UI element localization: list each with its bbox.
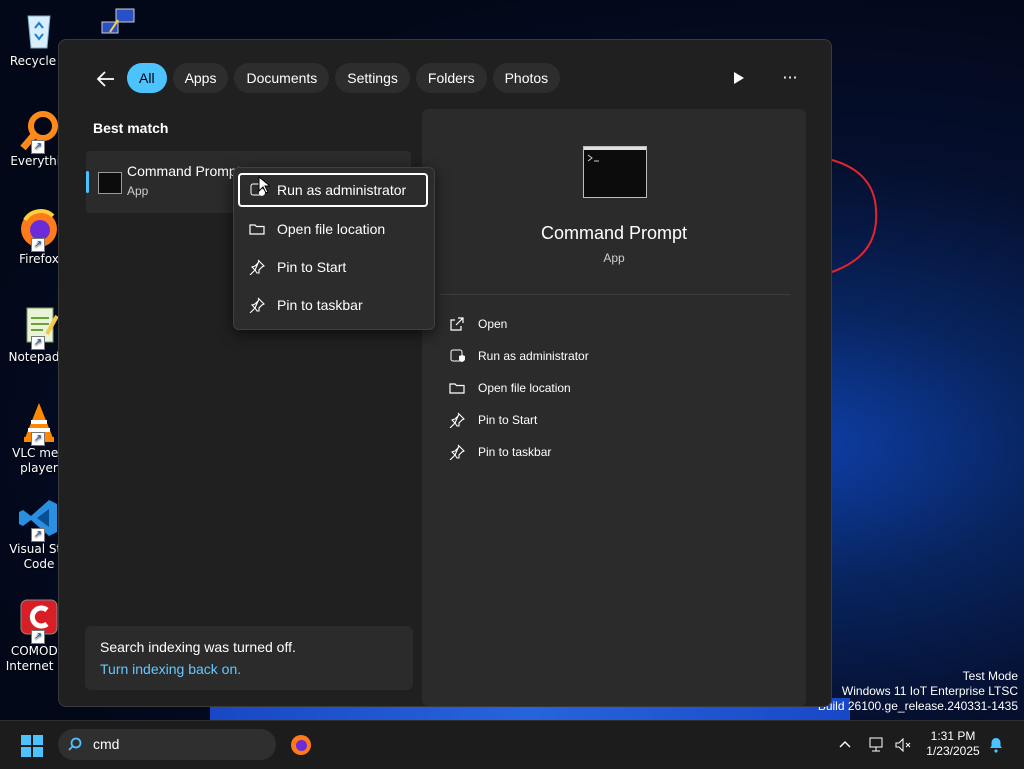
taskbar: cmd 1:31 PM 1/23/2025 — [0, 720, 1024, 769]
clock-time: 1:31 PM — [930, 729, 976, 743]
watermark-line: Build 26100.ge_release.240331-1435 — [817, 699, 1018, 713]
clock-date: 1/23/2025 — [926, 744, 980, 758]
pin-icon — [449, 444, 465, 460]
vlc-icon: ↗ — [17, 400, 61, 446]
tab-apps[interactable]: Apps — [172, 63, 229, 93]
command-prompt-icon — [98, 172, 122, 194]
ctx-item-label: Run as administrator — [277, 182, 407, 198]
shortcut-arrow-icon: ↗ — [31, 432, 45, 446]
tab-all[interactable]: All — [127, 63, 167, 93]
desktop-icon-network[interactable] — [96, 6, 140, 42]
taskbar-search-box[interactable]: cmd — [58, 729, 276, 760]
watermark-line: Test Mode — [962, 669, 1018, 683]
firefox-taskbar-icon[interactable] — [289, 733, 313, 757]
action-pin-to-taskbar[interactable]: Pin to taskbar — [449, 440, 551, 464]
test-mode-watermark: Test Mode Windows 11 IoT Enterprise LTSC… — [818, 669, 1018, 714]
action-open[interactable]: Open — [449, 312, 507, 336]
search-panel: All Apps Documents Settings Folders Phot… — [58, 39, 832, 707]
desktop-icon-label: Firefox — [19, 252, 59, 266]
notification-bell-icon[interactable] — [988, 737, 1004, 753]
network-icon[interactable] — [867, 736, 885, 754]
result-type: App — [127, 184, 149, 198]
open-external-icon — [450, 317, 464, 331]
volume-muted-icon[interactable] — [894, 736, 912, 754]
vscode-icon: ↗ — [17, 496, 61, 542]
play-icon[interactable] — [727, 67, 749, 89]
shortcut-arrow-icon: ↗ — [31, 238, 45, 252]
action-pin-to-start[interactable]: Pin to Start — [449, 408, 537, 432]
tab-settings[interactable]: Settings — [335, 63, 410, 93]
ctx-pin-to-start[interactable]: Pin to Start — [238, 250, 428, 284]
filter-tabs: All Apps Documents Settings Folders Phot… — [127, 63, 561, 93]
action-label: Pin to Start — [478, 413, 538, 427]
back-arrow-icon[interactable] — [92, 65, 120, 93]
recycle-bin-icon — [17, 8, 61, 52]
action-label: Open file location — [478, 381, 571, 395]
detail-pane: Command Prompt App Open Run as administr… — [422, 109, 806, 706]
indexing-notice-text: Search indexing was turned off. — [100, 639, 296, 655]
chevron-up-icon[interactable] — [838, 737, 852, 751]
network-icon — [96, 6, 140, 40]
best-match-heading: Best match — [93, 120, 169, 136]
system-clock[interactable]: 1:31 PM 1/23/2025 — [912, 729, 994, 759]
more-options-icon[interactable]: ··· — [779, 67, 801, 89]
action-open-file-location[interactable]: Open file location — [449, 376, 571, 400]
folder-icon — [249, 224, 265, 235]
windows-start-icon[interactable] — [21, 735, 43, 757]
ctx-item-label: Pin to Start — [277, 259, 347, 275]
action-label: Pin to taskbar — [478, 445, 552, 459]
comodo-icon: ↗ — [17, 598, 61, 644]
notepad-plus-icon: ↗ — [17, 304, 61, 350]
detail-app-type: App — [603, 251, 625, 265]
ctx-pin-to-taskbar[interactable]: Pin to taskbar — [238, 288, 428, 322]
pin-icon — [449, 412, 465, 428]
pin-icon — [249, 297, 265, 313]
tab-photos[interactable]: Photos — [492, 63, 561, 93]
shortcut-arrow-icon: ↗ — [31, 336, 45, 350]
result-name: Command Prompt — [127, 163, 241, 179]
search-icon — [68, 737, 82, 751]
detail-app-name: Command Prompt — [540, 223, 688, 243]
selection-indicator — [86, 171, 89, 193]
shield-admin-icon — [450, 349, 465, 362]
firefox-icon: ↗ — [17, 206, 61, 252]
shortcut-arrow-icon: ↗ — [31, 140, 45, 154]
command-prompt-large-icon — [583, 146, 647, 198]
tab-folders[interactable]: Folders — [415, 63, 487, 93]
action-run-as-administrator[interactable]: Run as administrator — [449, 344, 589, 368]
ctx-open-file-location[interactable]: Open file location — [238, 212, 428, 246]
search-input[interactable]: cmd — [93, 736, 119, 752]
turn-indexing-on-link[interactable]: Turn indexing back on. — [100, 661, 241, 677]
indexing-notice: Search indexing was turned off. Turn ind… — [85, 626, 413, 690]
everything-icon: ↗ — [17, 108, 61, 154]
watermark-line: Windows 11 IoT Enterprise LTSC — [841, 684, 1018, 698]
tab-documents[interactable]: Documents — [234, 63, 330, 93]
ctx-item-label: Pin to taskbar — [277, 297, 363, 313]
action-label: Run as administrator — [478, 349, 589, 363]
divider — [440, 294, 790, 295]
folder-icon — [449, 383, 465, 394]
ctx-item-label: Open file location — [277, 221, 386, 237]
pin-icon — [249, 259, 265, 275]
shortcut-arrow-icon: ↗ — [31, 630, 45, 644]
shortcut-arrow-icon: ↗ — [31, 528, 45, 542]
action-label: Open — [478, 317, 508, 331]
mouse-cursor-icon — [258, 176, 270, 194]
